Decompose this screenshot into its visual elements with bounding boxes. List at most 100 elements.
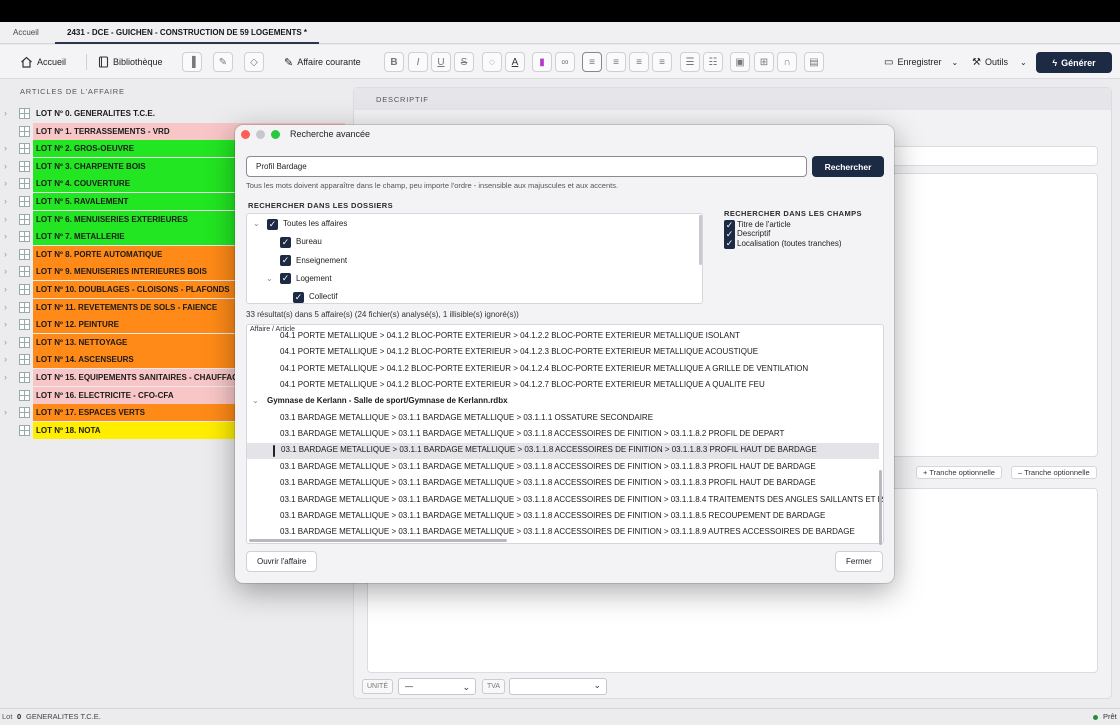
chevron-down-icon[interactable]: ⌄ [266, 274, 273, 283]
folder-checkbox[interactable]: ✓ [280, 236, 291, 248]
descriptif-editor[interactable] [880, 173, 1098, 457]
numbered-list-button[interactable]: ☷ [703, 52, 723, 72]
tag-button[interactable]: ◇ [244, 52, 264, 72]
grid-icon [19, 354, 30, 366]
chevron-right-icon[interactable]: › [4, 249, 7, 259]
chevron-down-icon[interactable]: ⌄ [253, 219, 260, 228]
field-checkbox[interactable]: ✓ [724, 238, 735, 250]
strikethrough-button[interactable]: S [454, 52, 474, 72]
chevron-down-icon[interactable]: ⌄ [252, 393, 259, 409]
chevron-right-icon[interactable]: › [4, 319, 7, 329]
table-button[interactable]: ⊞ [754, 52, 774, 72]
chevron-right-icon[interactable]: › [4, 372, 7, 382]
current-case-button[interactable]: ✎ Affaire courante [284, 52, 361, 72]
tva-select[interactable]: ⌄ [509, 678, 607, 695]
article-title-field[interactable] [880, 146, 1098, 166]
chevron-right-icon[interactable]: › [4, 337, 7, 347]
text-color-button[interactable]: A [505, 52, 525, 72]
chevron-right-icon[interactable]: › [4, 284, 7, 294]
zoom-window-button[interactable] [271, 130, 280, 139]
ruler-button[interactable]: ✎ [213, 52, 233, 72]
folder-checkbox[interactable]: ✓ [293, 291, 304, 303]
tools-button[interactable]: ⚒ Outils ⌄ [972, 52, 1027, 72]
fields-section-title: RECHERCHER DANS LES CHAMPS [724, 209, 862, 218]
chevron-right-icon[interactable]: › [4, 178, 7, 188]
chevron-right-icon[interactable]: › [4, 108, 7, 118]
save-button[interactable]: ▭ Enregistrer ⌄ [884, 52, 958, 72]
align-left-button[interactable]: ≡ [582, 52, 602, 72]
clear-format-button[interactable]: ◌ [482, 52, 502, 72]
folder-checkbox[interactable]: ✓ [280, 273, 291, 285]
dialog-title: Recherche avancée [290, 129, 371, 139]
unit-select[interactable]: — ⌄ [398, 678, 476, 695]
result-row[interactable]: 03.1 BARDAGE METALLIQUE > 03.1.1 BARDAGE… [280, 524, 855, 540]
minimize-window-button[interactable] [256, 130, 265, 139]
chevron-right-icon[interactable]: › [4, 354, 7, 364]
image-button[interactable]: ▣ [730, 52, 750, 72]
close-button[interactable]: Fermer [835, 551, 883, 572]
add-tranche-button[interactable]: + Tranche optionnelle [916, 466, 1002, 479]
chevron-right-icon[interactable]: › [4, 266, 7, 276]
chevron-right-icon[interactable]: › [4, 161, 7, 171]
status-lot-name: GENERALITES T.C.E. [26, 712, 101, 721]
result-group[interactable]: Gymnase de Kerlann - Salle de sport/Gymn… [267, 393, 508, 409]
library-button[interactable]: Bibliothèque [98, 52, 163, 72]
tab-document[interactable]: 2431 - DCE - GUICHEN - CONSTRUCTION DE 5… [55, 22, 320, 44]
close-window-button[interactable] [241, 130, 250, 139]
pencil-icon: ✎ [284, 56, 294, 69]
bookmark-button[interactable]: ▮ [532, 52, 552, 72]
chevron-right-icon[interactable]: › [4, 302, 7, 312]
bar-chart-icon: ▐ [188, 56, 196, 68]
chevron-right-icon[interactable]: › [4, 196, 7, 206]
chevron-right-icon[interactable]: › [4, 214, 7, 224]
chevron-down-icon: ⌄ [462, 682, 470, 692]
result-row[interactable]: 04.1 PORTE METALLIQUE > 04.1.2 BLOC-PORT… [280, 328, 740, 344]
bold-button[interactable]: B [384, 52, 404, 72]
calendar-button[interactable]: ▤ [804, 52, 824, 72]
link-button[interactable]: ∞ [555, 52, 575, 72]
generate-button[interactable]: ϟ Générer [1036, 52, 1112, 73]
result-row[interactable]: 03.1 BARDAGE METALLIQUE > 03.1.1 BARDAGE… [280, 492, 883, 508]
chevron-down-icon: ⌄ [951, 57, 959, 67]
folder-tree-scrollbar[interactable] [699, 215, 702, 265]
underline-button[interactable]: U [431, 52, 451, 72]
lot-row[interactable]: › LOT Nº 0. GENERALITES T.C.E. [0, 105, 345, 122]
chevron-right-icon[interactable]: › [4, 231, 7, 241]
grid-icon [19, 160, 30, 172]
chevron-right-icon[interactable]: › [4, 407, 7, 417]
home-button[interactable]: Accueil [20, 52, 66, 72]
result-row[interactable]: 04.1 PORTE METALLIQUE > 04.1.2 BLOC-PORT… [280, 377, 765, 393]
results-horizontal-scrollbar[interactable] [249, 539, 507, 542]
italic-button[interactable]: I [408, 52, 428, 72]
justify-button[interactable]: ≡ [652, 52, 672, 72]
result-row[interactable]: 04.1 PORTE METALLIQUE > 04.1.2 BLOC-PORT… [280, 361, 808, 377]
result-row[interactable]: 03.1 BARDAGE METALLIQUE > 03.1.1 BARDAGE… [280, 426, 784, 442]
chevron-right-icon[interactable]: › [4, 143, 7, 153]
search-input[interactable]: Profil Bardage [246, 156, 807, 177]
tab-home[interactable]: Accueil [13, 22, 39, 44]
results-vertical-scrollbar[interactable] [879, 470, 882, 545]
result-row[interactable]: 03.1 BARDAGE METALLIQUE > 03.1.1 BARDAGE… [280, 508, 825, 524]
align-right-button[interactable]: ≡ [629, 52, 649, 72]
search-button[interactable]: Rechercher [812, 156, 884, 177]
remove-tranche-button[interactable]: – Tranche optionnelle [1011, 466, 1097, 479]
results-list: Affaire / Article 04.1 PORTE METALLIQUE … [246, 324, 884, 544]
grid-icon [19, 407, 30, 419]
lightning-icon: ϟ [1052, 57, 1058, 68]
result-row[interactable]: 03.1 BARDAGE METALLIQUE > 03.1.1 BARDAGE… [280, 410, 653, 426]
result-row[interactable]: 03.1 BARDAGE METALLIQUE > 03.1.1 BARDAGE… [281, 442, 817, 458]
home-icon [21, 56, 32, 68]
result-row[interactable]: 04.1 PORTE METALLIQUE > 04.1.2 BLOC-PORT… [280, 344, 758, 360]
folder-checkbox[interactable]: ✓ [280, 255, 291, 267]
open-case-button[interactable]: Ouvrir l'affaire [246, 551, 318, 572]
chevron-down-icon: ⌄ [593, 680, 601, 690]
chart-button[interactable]: ▐ [182, 52, 202, 72]
folder-checkbox[interactable]: ✓ [267, 218, 278, 230]
align-center-button[interactable]: ≡ [606, 52, 626, 72]
link-icon: ∞ [561, 56, 569, 68]
result-row[interactable]: 03.1 BARDAGE METALLIQUE > 03.1.1 BARDAGE… [280, 459, 816, 475]
bullet-list-button[interactable]: ☰ [680, 52, 700, 72]
symbol-button[interactable]: ∩ [777, 52, 797, 72]
result-row[interactable]: 03.1 BARDAGE METALLIQUE > 03.1.1 BARDAGE… [280, 475, 816, 491]
result-count: 33 résultat(s) dans 5 affaire(s) (24 fic… [246, 310, 519, 319]
